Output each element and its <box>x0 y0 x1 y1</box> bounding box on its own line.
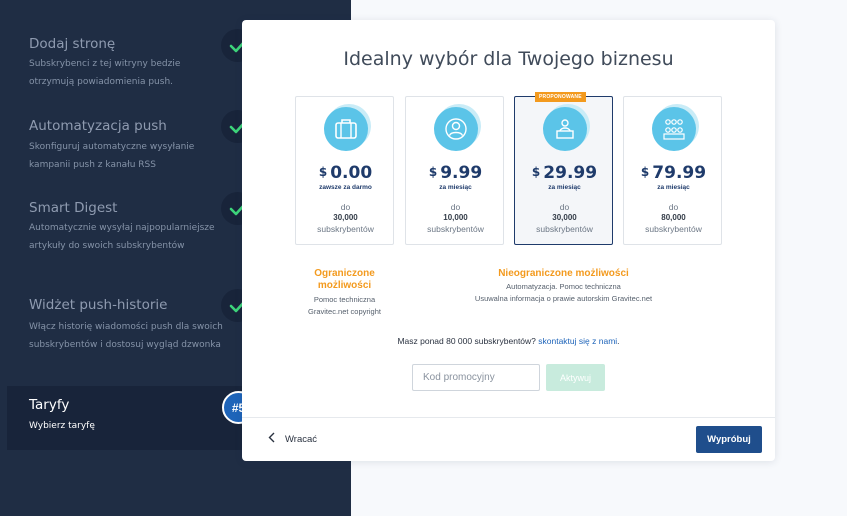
contact-note: Masz ponad 80 000 subskrybentów? skontak… <box>397 336 620 346</box>
contact-link[interactable]: skontaktuj się z nami <box>538 336 617 346</box>
chevron-left-icon <box>268 432 275 446</box>
try-button[interactable]: Wypróbuj <box>696 426 762 453</box>
step-description: Automatycznie wysyłaj najpopularniejsze … <box>29 223 215 251</box>
active-step-title: Taryfy <box>29 397 70 413</box>
plan-unit: subskrybentów <box>317 224 374 234</box>
recommended-badge: PROPONOWANE <box>535 92 586 102</box>
plan-up-to: do <box>668 202 679 212</box>
plan-price: $29.99 <box>531 163 598 183</box>
plan-subscriber-count: 10,000 <box>443 213 468 222</box>
plan-card-free[interactable]: $0.00 zawsze za darmo do 30,000 subskryb… <box>295 96 394 245</box>
plan-subscriber-count: 30,000 <box>333 213 358 222</box>
unlimited-features-title: Nieograniczone możliwości <box>498 268 629 279</box>
step-description: Subskrybenci z tej witryny bedzie otrzym… <box>29 59 181 87</box>
plan-subscriber-count: 80,000 <box>661 213 686 222</box>
activate-promo-button[interactable]: Aktywuj <box>546 364 605 391</box>
sidebar-step-tariffs-active[interactable] <box>7 386 249 450</box>
unlimited-feature-automation: Automatyzacja. Pomoc techniczna <box>506 282 621 291</box>
plan-period: za miesiąc <box>439 184 472 191</box>
step-title: Dodaj stronę <box>29 36 116 52</box>
limited-feature-copyright: Gravitec.net copyright <box>308 307 381 316</box>
plan-period: za miesiąc <box>657 184 690 191</box>
plan-period: za miesiąc <box>548 184 581 191</box>
group-icon <box>652 107 696 151</box>
plan-price: $0.00 <box>318 163 373 183</box>
plan-unit: subskrybentów <box>536 224 593 234</box>
plan-unit: subskrybentów <box>427 224 484 234</box>
limited-features-title: Ograniczone możliwości <box>314 268 375 291</box>
plan-period: zawsze za darmo <box>319 184 372 191</box>
plan-card-basic[interactable]: $9.99 za miesiąc do 10,000 subskrybentów <box>405 96 504 245</box>
page-title: Idealny wybór dla Twojego biznesu <box>343 48 674 70</box>
plan-unit: subskrybentów <box>645 224 702 234</box>
plan-subscriber-count: 30,000 <box>552 213 577 222</box>
pricing-card: Idealny wybór dla Twojego biznesu $0.00 … <box>242 20 775 461</box>
plan-card-premium[interactable]: $79.99 za miesiąc do 80,000 subskrybentó… <box>623 96 722 245</box>
back-label: Wracać <box>285 433 318 445</box>
back-button[interactable]: Wracać <box>268 432 317 446</box>
plan-price: $9.99 <box>428 163 483 183</box>
plan-up-to: do <box>450 202 461 212</box>
step-title: Smart Digest <box>29 200 118 216</box>
step-title: Widżet push-historie <box>29 297 168 313</box>
briefcase-icon <box>324 107 368 151</box>
person-icon <box>434 107 478 151</box>
plan-card-recommended[interactable]: PROPONOWANE $29.99 za miesiąc do 30,000 … <box>514 92 613 245</box>
limited-feature-support: Pomoc techniczna <box>313 295 376 304</box>
unlimited-feature-copyright: Usuwalna informacja o prawie autorskim G… <box>474 294 653 303</box>
step-description: Skonfiguruj automatyczne wysyłanie kampa… <box>29 142 195 170</box>
step-description: Włącz historię wiadomości push dla swoic… <box>29 322 223 350</box>
plan-up-to: do <box>340 202 351 212</box>
step-title: Automatyzacja push <box>29 118 167 134</box>
plan-up-to: do <box>559 202 570 212</box>
plan-price: $79.99 <box>640 163 707 183</box>
promo-code-input[interactable] <box>412 364 540 391</box>
team-icon <box>543 107 587 151</box>
divider <box>242 417 775 418</box>
active-step-description: Wybierz taryfę <box>29 421 95 431</box>
